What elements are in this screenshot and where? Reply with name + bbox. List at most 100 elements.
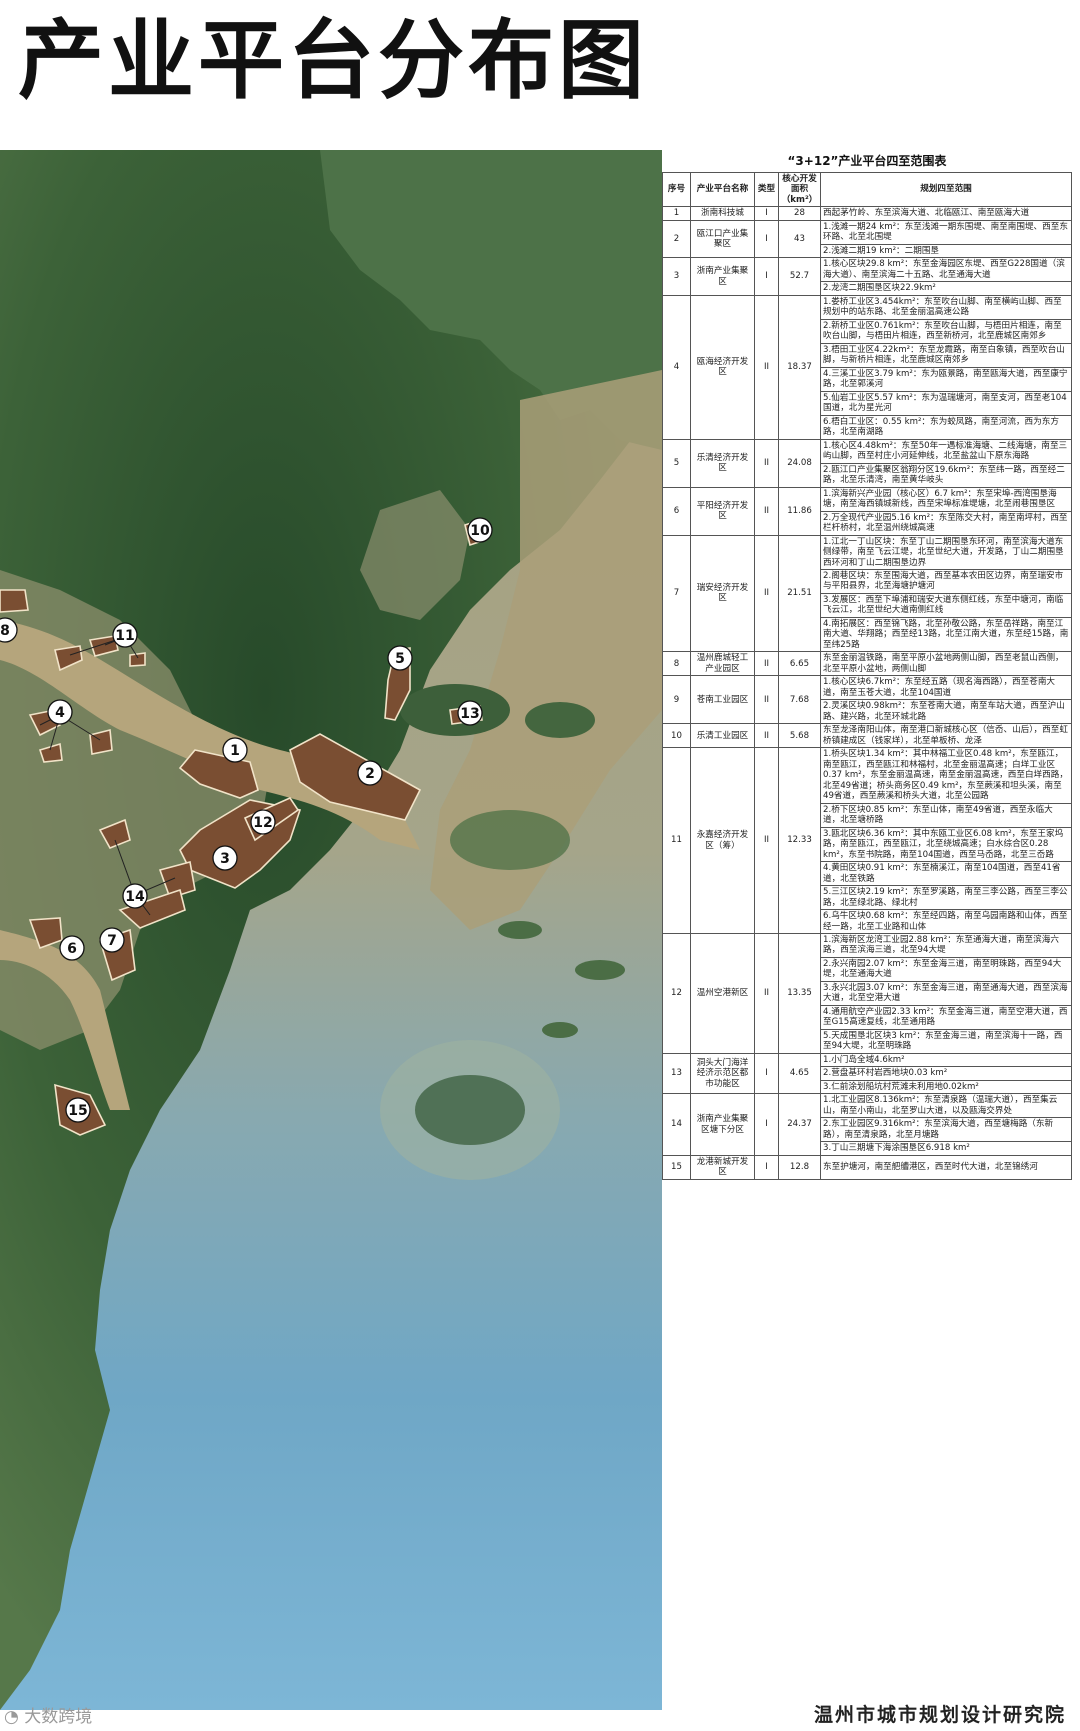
table-row: 2 瓯江口产业集聚区 I 43 1.浅滩一期24 km²：东至浅滩一期东围堤、南至南围堤… — [662, 219, 1072, 259]
row-no: 12 — [662, 933, 691, 1054]
zone-label-13[interactable]: 13 — [457, 700, 483, 726]
table-row: 8 温州鹿城轻工产业园区 II 6.65 东至金丽温铁路，南至平原小盆地两侧山脚，西至老… — [662, 651, 1072, 677]
zone-label-8[interactable]: 8 — [0, 617, 18, 643]
row-no: 11 — [662, 747, 691, 934]
row-range: 1.娄桥工业区3.454km²：东至吹台山脚、南至横屿山脚、西至规划中的站东路、… — [820, 294, 1072, 320]
row-range: 1.滨海新区龙湾工业园2.88 km²：东至通海大道，南至滨海六路，西至滨海三道… — [820, 933, 1072, 958]
zone-label-10[interactable]: 10 — [467, 517, 493, 543]
zone-label-3[interactable]: 3 — [212, 845, 238, 871]
row-no: 6 — [662, 486, 691, 536]
row-range: 4.三溪工业区3.79 km²：东为瓯景路，南至瓯海大道，西至康宁路，北至郭溪河 — [820, 366, 1072, 392]
row-range: 2.阁巷区块：东至围海大道，西至基本农田区边界，南至瑞安市与平阳县界，北至海塘护… — [820, 568, 1072, 594]
row-no: 10 — [662, 723, 691, 749]
table-row: 3 浙南产业集聚区 I 52.7 1.核心区块29.8 km²：东至金海园区东堤、西至G… — [662, 257, 1072, 296]
row-type: II — [754, 747, 779, 934]
zone-label-2[interactable]: 2 — [357, 760, 383, 786]
institute-name: 温州市城市规划设计研究院 — [813, 1704, 1066, 1726]
header-area: 核心开发面积（km²） — [778, 171, 821, 208]
row-area: 52.7 — [778, 257, 821, 296]
row-no: 3 — [662, 257, 691, 296]
small-island — [542, 1022, 578, 1038]
row-name: 苍南工业园区 — [690, 675, 755, 725]
zone-11-area-c — [129, 652, 146, 667]
table-row: 5 乐清经济开发区 II 24.08 1.核心区4.48km²：东至50年一遇标准海塘、… — [662, 438, 1072, 488]
zone-label-15[interactable]: 15 — [65, 1097, 91, 1123]
row-area: 24.37 — [778, 1093, 821, 1156]
header-range: 规划四至范围 — [820, 171, 1072, 208]
row-no: 8 — [662, 651, 691, 677]
row-range: 3.永兴北园3.07 km²：东至金海三道，南至通海大道，西至滨海大道，北至空港… — [820, 980, 1072, 1006]
table-header-row: 序号 产业平台名称 类型 核心开发面积（km²） 规划四至范围 — [662, 171, 1072, 208]
row-range: 5.三江区块2.19 km²：东至罗溪路，南至三李公路，西至三李公路，北至绿北路… — [820, 885, 1072, 911]
row-area: 12.8 — [778, 1154, 821, 1180]
row-range: 2.浅滩二期19 km²：二期围垦 — [820, 243, 1072, 259]
row-range: 1.桥头区块1.34 km²：其中林福工业区0.48 km²，东至瓯江，南至瓯江… — [820, 747, 1072, 804]
row-area: 7.68 — [778, 675, 821, 725]
row-range: 西起茅竹岭、东至滨海大道、北临瓯江、南至瓯海大道 — [820, 206, 1072, 221]
row-range: 2.龙湾二期围垦区块22.9km² — [820, 281, 1072, 296]
row-range: 1.小门岛全域4.6km² — [820, 1052, 1072, 1068]
zone-label-5[interactable]: 5 — [387, 645, 413, 671]
row-name: 浙南科技城 — [690, 206, 755, 221]
row-range: 东至护塘河，南至舥艚港区，西至时代大道，北至锦绣河 — [820, 1154, 1072, 1180]
row-range: 2.东工业园区9.316km²：东至滨海大道，西至塘梅路（东新路），南至清泉路，… — [820, 1117, 1072, 1143]
row-type: I — [754, 219, 779, 259]
row-range: 1.核心区块6.7km²：东至经五路（现名海西路），西至苍南大道，南至玉苍大道，… — [820, 675, 1072, 701]
table-row: 15 龙港新城开发区 I 12.8 东至护塘河，南至舥艚港区，西至时代大道，北至锦绣河 — [662, 1154, 1072, 1180]
row-type: II — [754, 723, 779, 749]
row-type: II — [754, 651, 779, 677]
row-range: 3.丁山三期塘下海涂围垦区6.918 km² — [820, 1141, 1072, 1156]
row-no: 9 — [662, 675, 691, 725]
row-name: 洞头大门海洋经济示范区都市功能区 — [690, 1052, 755, 1095]
row-no: 2 — [662, 219, 691, 259]
row-range: 3.瓯北区块6.36 km²：其中东瓯工业区6.08 km²，东至王家坞路，南至… — [820, 826, 1072, 863]
zone-label-12[interactable]: 12 — [250, 809, 276, 835]
watermark: ◔ 大数跨境 — [4, 1702, 92, 1727]
zone-label-11[interactable]: 11 — [112, 622, 138, 648]
row-range: 4.通用航空产业园2.33 km²：东至金海三道，南至空港大道，西至G15高速复… — [820, 1004, 1072, 1030]
svg-text:2: 2 — [365, 766, 375, 782]
zone-label-7[interactable]: 7 — [99, 927, 125, 953]
row-no: 13 — [662, 1052, 691, 1095]
row-area: 28 — [778, 206, 821, 221]
table-row: 14 浙南产业集聚区塘下分区 I 24.37 1.北工业园区8.136km²：东至清泉路… — [662, 1093, 1072, 1156]
row-name: 永嘉经济开发区（筹） — [690, 747, 755, 934]
row-range: 5.仙岩工业区5.57 km²：东为温瑞塘河，南至支河，西至老104国道，北为星… — [820, 390, 1072, 416]
row-range: 2.万全现代产业园5.16 km²：东至陈交大村，南至南坪村，西至栏杆桥村，北至… — [820, 510, 1072, 536]
row-range: 1.北工业园区8.136km²：东至清泉路（温瑞大道），西至集云山，南至小南山，… — [820, 1093, 1072, 1119]
row-type: I — [754, 257, 779, 296]
row-range: 东至金丽温铁路，南至平原小盆地两侧山脚，西至老鼠山西侧，北至平原小盆地，两侧山脚 — [820, 651, 1072, 677]
zone-label-14[interactable]: 14 — [122, 883, 148, 909]
row-type: II — [754, 486, 779, 536]
row-name: 瓯海经济开发区 — [690, 294, 755, 440]
row-range: 1.核心区块29.8 km²：东至金海园区东堤、西至G228国道（滨海大道）、南… — [820, 257, 1072, 283]
svg-text:1: 1 — [230, 743, 240, 759]
row-range: 3.仁前涂划船坑村荒滩未利用地0.02km² — [820, 1079, 1072, 1095]
row-type: II — [754, 933, 779, 1054]
watermark-text: 大数跨境 — [24, 1707, 93, 1727]
svg-text:11: 11 — [115, 628, 134, 644]
zone-label-4[interactable]: 4 — [47, 699, 73, 725]
row-no: 4 — [662, 294, 691, 440]
table-row: 11 永嘉经济开发区（筹） II 12.33 1.桥头区块1.34 km²：其中林福工业… — [662, 747, 1072, 934]
row-range: 5.天成围垦北区块3 km²：东至金海三道，南至滨海十一路，西至94大堤，北至明… — [820, 1028, 1072, 1054]
watermark-logo-icon: ◔ — [4, 1707, 19, 1727]
row-name: 龙港新城开发区 — [690, 1154, 755, 1180]
svg-text:3: 3 — [220, 851, 230, 867]
svg-text:15: 15 — [68, 1103, 87, 1119]
svg-text:13: 13 — [460, 706, 479, 722]
zone-label-6[interactable]: 6 — [59, 935, 85, 961]
small-island — [575, 960, 625, 980]
svg-text:8: 8 — [0, 623, 10, 639]
row-area: 24.08 — [778, 438, 821, 488]
row-range: 3.发展区：西至下埠浦和瑞安大道东侧红线，东至中塘河，南临飞云江，北至世纪大道南… — [820, 592, 1072, 618]
row-range: 2.桥下区块0.85 km²：东至山体，南至49省道，西至永临大道，北至塘桥路 — [820, 802, 1072, 828]
zone-label-1[interactable]: 1 — [222, 737, 248, 763]
table-row: 10 乐清工业园区 II 5.68 东至龙泽南阳山体，南至港口新城核心区（信岙、山后），… — [662, 723, 1072, 749]
row-type: I — [754, 1093, 779, 1156]
row-area: 4.65 — [778, 1052, 821, 1095]
row-no: 14 — [662, 1093, 691, 1156]
satellite-map: 1 2 3 4 5 6 7 8 10 11 12 13 14 15 — [0, 150, 662, 1710]
row-name: 瑞安经济开发区 — [690, 534, 755, 653]
zone-4-area-c — [89, 728, 113, 755]
